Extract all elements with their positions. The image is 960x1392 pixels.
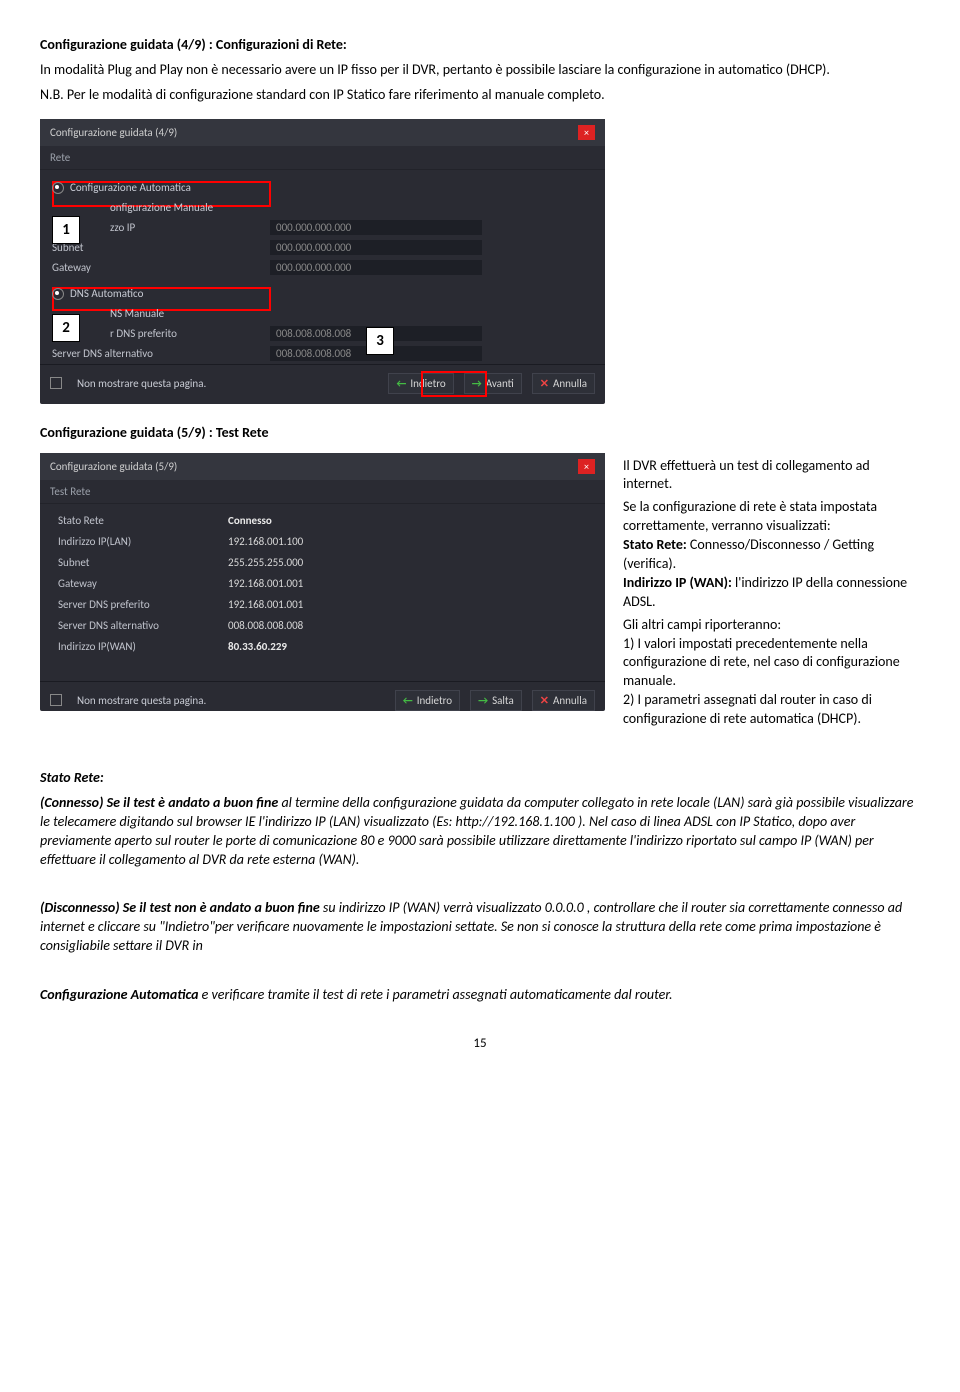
dialog-footer: Non mostrare questa pagina. ←Indietro →S… (40, 681, 605, 719)
subnet-label: Subnet (52, 241, 270, 254)
subnet-input[interactable]: 000.000.000.000 (270, 240, 482, 255)
stato-label: Stato Rete (58, 514, 228, 527)
skip-button[interactable]: →Salta (470, 690, 522, 711)
arrow-right-icon: → (478, 694, 488, 707)
subnet-value: 255.255.255.000 (228, 556, 303, 569)
gateway-label: Gateway (52, 261, 270, 274)
dialog-title: Configurazione guidata (4/9) (50, 126, 177, 139)
arrow-left-icon: ← (396, 377, 406, 390)
stato-value: Connesso (228, 514, 272, 527)
rt-p1: Il DVR effettuerà un test di collegament… (623, 457, 920, 495)
iplan-label: Indirizzo IP(LAN) (58, 535, 228, 548)
field-row: zzo IP 000.000.000.000 (110, 218, 595, 238)
dnsalt-label: Server DNS alternativo (58, 619, 228, 632)
gateway-value: 192.168.001.001 (228, 577, 303, 590)
stato-rete-heading: Stato Rete: (40, 769, 920, 788)
radio-dns-auto-label: DNS Automatico (70, 287, 143, 300)
iplan-value: 192.168.001.100 (228, 535, 303, 548)
back-button[interactable]: ←Indietro (388, 373, 453, 394)
noshow-label: Non mostrare questa pagina. (77, 694, 206, 707)
conf-auto-line: Configurazione Automatica e verificare t… (40, 986, 920, 1005)
radio-auto-label: Configurazione Automatica (70, 181, 191, 194)
field-row: Server DNS alternativo 008.008.008.008 (52, 344, 595, 364)
dnsalt-value: 008.008.008.008 (228, 619, 303, 632)
intro-paragraph: In modalità Plug and Play non è necessar… (40, 61, 920, 80)
radio-dns-auto[interactable] (52, 288, 64, 300)
screenshot-config-4-9: 1 2 3 Configurazione guidata (4/9) × Ret… (40, 119, 605, 404)
close-icon[interactable]: × (578, 459, 595, 474)
dialog-subtitle: Rete (40, 146, 605, 170)
page-number: 15 (40, 1035, 920, 1053)
field-row: Gateway 000.000.000.000 (52, 258, 595, 278)
heading-config-4-9: Configurazione guidata (4/9) : Configura… (40, 36, 920, 55)
radio-auto-config[interactable] (52, 182, 64, 194)
nb-line: N.B. Per le modalità di configurazione s… (40, 86, 920, 105)
dialog-subtitle: Test Rete (40, 480, 605, 504)
radio-row: Configurazione Automatica (52, 178, 595, 198)
dns-pref-label: r DNS preferito (110, 327, 270, 340)
screenshot-config-5-9: Configurazione guidata (5/9) × Test Rete… (40, 453, 605, 711)
marker-1: 1 (52, 216, 80, 244)
close-icon[interactable]: × (578, 125, 595, 140)
rt-p2: Se la configurazione di rete è stata imp… (623, 498, 920, 611)
back-button[interactable]: ←Indietro (395, 690, 460, 711)
x-icon: ✕ (540, 377, 549, 390)
gateway-input[interactable]: 000.000.000.000 (270, 260, 482, 275)
gateway-label: Gateway (58, 577, 228, 590)
noshow-label: Non mostrare questa pagina. (77, 377, 206, 390)
ip-input[interactable]: 000.000.000.000 (270, 220, 482, 235)
dialog-footer: Non mostrare questa pagina. ←Indietro →A… (40, 364, 605, 402)
dnspref-label: Server DNS preferito (58, 598, 228, 611)
field-row: r DNS preferito 008.008.008.008 (110, 324, 595, 344)
side-text: Il DVR effettuerà un test di collegament… (623, 453, 920, 733)
dialog-title-bar: Configurazione guidata (5/9) × (40, 453, 605, 480)
radio-row: onfigurazione Manuale (110, 198, 595, 218)
radio-dns-manual-label: NS Manuale (110, 307, 164, 320)
dialog-title: Configurazione guidata (5/9) (50, 460, 177, 473)
marker-3: 3 (366, 327, 394, 355)
radio-row: NS Manuale (110, 304, 595, 324)
dnspref-value: 192.168.001.001 (228, 598, 303, 611)
dialog-title-bar: Configurazione guidata (4/9) × (40, 119, 605, 146)
x-icon: ✕ (540, 694, 549, 707)
marker-2: 2 (52, 314, 80, 342)
heading-config-5-9: Configurazione guidata (5/9) : Test Rete (40, 424, 920, 443)
noshow-checkbox[interactable] (50, 377, 62, 389)
ip-label: zzo IP (110, 221, 270, 234)
connesso-para: (Connesso) Se il test è andato a buon fi… (40, 794, 920, 870)
rt-p3: Gli altri campi riporteranno: 1) I valor… (623, 616, 920, 729)
arrow-left-icon: ← (403, 694, 413, 707)
radio-row: DNS Automatico (52, 284, 595, 304)
next-button[interactable]: →Avanti (464, 373, 522, 394)
arrow-right-icon: → (472, 377, 482, 390)
ipwan-value: 80.33.60.229 (228, 640, 287, 653)
subnet-label: Subnet (58, 556, 228, 569)
cancel-button[interactable]: ✕Annulla (532, 690, 595, 711)
cancel-button[interactable]: ✕Annulla (532, 373, 595, 394)
noshow-checkbox[interactable] (50, 694, 62, 706)
radio-manual-label: onfigurazione Manuale (110, 201, 213, 214)
ipwan-label: Indirizzo IP(WAN) (58, 640, 228, 653)
disconnesso-para: (Disconnesso) Se il test non è andato a … (40, 899, 920, 956)
field-row: Subnet 000.000.000.000 (52, 238, 595, 258)
dns-alt-label: Server DNS alternativo (52, 347, 270, 360)
